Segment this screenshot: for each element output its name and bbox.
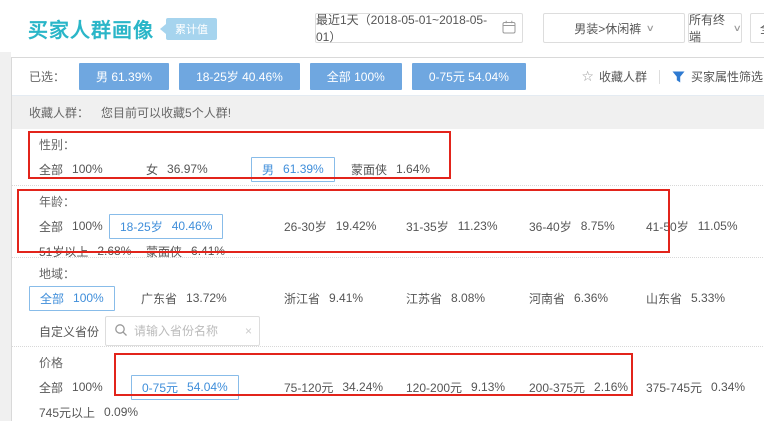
page-left-margin [0,52,11,421]
section-region: 地域： 全部 100% 广东省 13.72% 浙江省 9.41% 江 [12,258,764,347]
buyer-persona-page: 买家人群画像 累计值 最近1天（2018-05-01~2018-05-01） 男… [0,0,764,421]
star-icon: ☆ [581,68,594,85]
page-title: 买家人群画像 [28,14,154,43]
option-gender-male-selected[interactable]: 男 61.39% [261,157,351,182]
option-price-745-plus[interactable]: 745元以上 0.09% [39,404,138,421]
selected-option-box: 男 61.39% [251,157,335,182]
section-gender: 性别： 全部 100% 女 36.97% 男 61.39% 蒙面侠 [12,129,764,186]
buyer-attribute-filter-label: 买家属性筛选 [691,68,763,85]
vertical-divider [659,70,660,84]
chevron-down-icon: ∨ [733,23,742,34]
clear-icon[interactable]: × [245,324,252,338]
option-region-all-selected[interactable]: 全部 100% [39,286,141,311]
date-range-label: 最近1天（2018-05-01~2018-05-01） [316,11,495,45]
selected-tag-price[interactable]: 0-75元 54.04% [412,63,526,90]
terminal-dropdown[interactable]: 所有终端 ∨ [688,13,742,43]
filter-funnel-icon [672,71,685,83]
option-price-200-375[interactable]: 200-375元 2.16% [529,379,646,396]
option-price-120-200[interactable]: 120-200元 9.13% [406,379,529,396]
option-region-guangdong[interactable]: 广东省 13.72% [141,290,284,307]
category-label: 男装>休闲裤 [574,20,641,37]
header: 买家人群画像 累计值 最近1天（2018-05-01~2018-05-01） 男… [0,0,764,57]
option-price-0-75-selected[interactable]: 0-75元 54.04% [141,375,284,400]
option-price-all[interactable]: 全部 100% [39,379,141,396]
selected-tag-region[interactable]: 全部 100% [310,63,402,90]
option-age-41-50[interactable]: 41-50岁 11.05% [646,218,738,235]
section-age: 年龄： 全部 100% 18-25岁 40.46% 26-30岁 19.42% [12,186,764,258]
clipped-right-button[interactable]: 全 [750,13,764,43]
calendar-button[interactable] [495,13,523,43]
option-gender-masked[interactable]: 蒙面侠 1.64% [351,161,430,178]
option-region-zhejiang[interactable]: 浙江省 9.41% [284,290,406,307]
selected-filters-bar: 已选： 男 61.39% 18-25岁 40.46% 全部 100% 0-75元… [12,58,764,96]
date-range-button[interactable]: 最近1天（2018-05-01~2018-05-01） [315,13,496,43]
favorite-crowd-label: 收藏人群 [599,68,647,85]
clipped-right-button-label: 全 [760,20,764,37]
option-price-75-120[interactable]: 75-120元 34.24% [284,379,406,396]
region-section-label: 地域： [39,267,764,282]
option-age-18-25-selected[interactable]: 18-25岁 40.46% [119,214,284,239]
option-age-36-40[interactable]: 36-40岁 8.75% [529,218,646,235]
option-region-jiangsu[interactable]: 江苏省 8.08% [406,290,529,307]
selected-label: 已选： [29,68,65,85]
province-search-input[interactable] [134,324,237,338]
selected-option-box: 0-75元 54.04% [131,375,239,400]
option-age-masked[interactable]: 蒙面侠 6.41% [146,243,225,260]
cumulative-badge: 累计值 [166,18,217,40]
option-age-31-35[interactable]: 31-35岁 11.23% [406,218,529,235]
option-gender-female[interactable]: 女 36.97% [146,161,261,178]
custom-province-label: 自定义省份 [39,323,105,340]
price-section-label: 价格 [39,356,764,371]
content-card: 已选： 男 61.39% 18-25岁 40.46% 全部 100% 0-75元… [11,57,764,421]
option-price-375-745[interactable]: 375-745元 0.34% [646,379,745,396]
favorite-row-label: 收藏人群： [29,104,89,121]
option-age-51-plus[interactable]: 51岁以上 2.68% [39,243,146,260]
option-age-26-30[interactable]: 26-30岁 19.42% [284,218,406,235]
favorite-row-message: 您目前可以收藏5个人群! [101,104,231,121]
selected-option-box: 全部 100% [29,286,115,311]
selected-option-box: 18-25岁 40.46% [109,214,223,239]
buyer-attribute-filter-button[interactable]: 买家属性筛选 [672,68,763,85]
search-icon [114,323,128,340]
selected-tag-age[interactable]: 18-25岁 40.46% [179,63,300,90]
category-dropdown[interactable]: 男装>休闲裤 ∨ [543,13,685,43]
selected-tag-gender[interactable]: 男 61.39% [79,63,169,90]
calendar-icon [502,20,516,37]
option-age-all[interactable]: 全部 100% [39,218,119,235]
section-price: 价格 全部 100% 0-75元 54.04% 75-120元 34.24% [12,347,764,421]
option-region-shandong[interactable]: 山东省 5.33% [646,290,725,307]
terminal-label: 所有终端 [689,11,728,45]
favorite-crowd-row: 收藏人群： 您目前可以收藏5个人群! [12,96,764,129]
option-region-henan[interactable]: 河南省 6.36% [529,290,646,307]
province-search-box[interactable]: × [105,316,260,346]
favorite-crowd-button[interactable]: ☆ 收藏人群 [581,68,647,85]
option-gender-all[interactable]: 全部 100% [39,161,146,178]
gender-section-label: 性别： [39,138,764,153]
chevron-down-icon: ∨ [646,23,655,34]
age-section-label: 年龄： [39,195,764,210]
